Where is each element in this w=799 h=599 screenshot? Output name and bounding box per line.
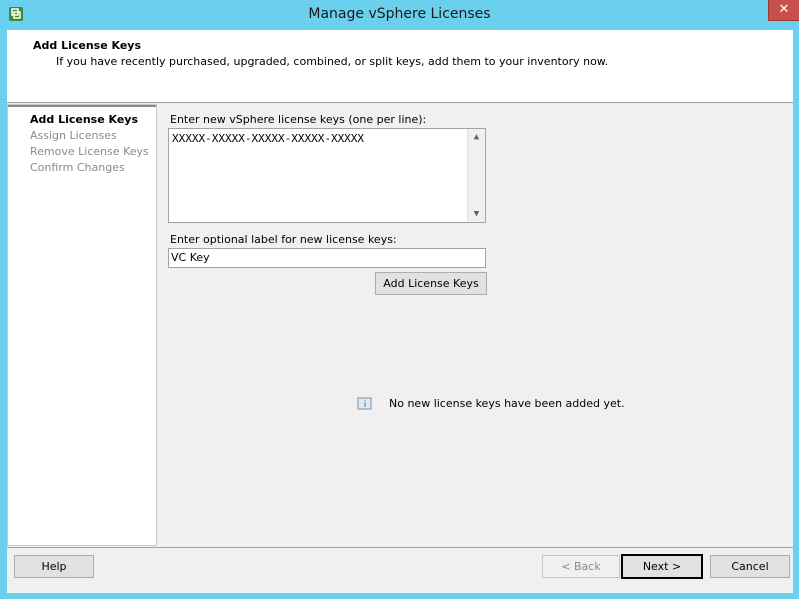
- close-button[interactable]: ✕: [768, 0, 799, 21]
- license-keys-textarea[interactable]: XXXXX-XXXXX-XXXXX-XXXXX-XXXXX ▲ ▼: [168, 128, 486, 223]
- step-remove-license-keys[interactable]: Remove License Keys: [30, 145, 149, 158]
- title-bar[interactable]: Manage vSphere Licenses ✕: [0, 0, 799, 30]
- cancel-button[interactable]: Cancel: [710, 555, 790, 578]
- scroll-up-icon[interactable]: ▲: [468, 129, 485, 145]
- help-button[interactable]: Help: [14, 555, 94, 578]
- scroll-down-icon[interactable]: ▼: [468, 206, 485, 222]
- license-keys-value: XXXXX-XXXXX-XXXXX-XXXXX-XXXXX: [172, 132, 365, 145]
- status-message: No new license keys have been added yet.: [389, 397, 625, 410]
- step-confirm-changes[interactable]: Confirm Changes: [30, 161, 125, 174]
- window-title: Manage vSphere Licenses: [308, 6, 491, 22]
- license-label-input[interactable]: VC Key: [168, 248, 486, 268]
- svg-text:i: i: [364, 400, 367, 410]
- wizard-header: Add License Keys If you have recently pu…: [7, 30, 793, 103]
- footer-divider: [7, 547, 793, 548]
- back-button[interactable]: < Back: [542, 555, 620, 578]
- label-field-label: Enter optional label for new license key…: [170, 233, 397, 246]
- info-icon: i: [357, 397, 372, 410]
- license-label-value: VC Key: [171, 251, 210, 264]
- wizard-steps-panel: Add License Keys Assign Licenses Remove …: [7, 104, 157, 546]
- next-button[interactable]: Next >: [621, 554, 703, 579]
- step-assign-licenses[interactable]: Assign Licenses: [30, 129, 117, 142]
- dialog-client-area: Add License Keys If you have recently pu…: [7, 30, 793, 593]
- page-description: If you have recently purchased, upgraded…: [56, 55, 609, 68]
- add-license-keys-button[interactable]: Add License Keys: [375, 272, 487, 295]
- keys-field-label: Enter new vSphere license keys (one per …: [170, 113, 427, 126]
- step-add-license-keys[interactable]: Add License Keys: [30, 113, 138, 126]
- dialog-window: Manage vSphere Licenses ✕ Add License Ke…: [0, 0, 799, 599]
- active-step-indicator: [8, 105, 156, 107]
- page-title: Add License Keys: [33, 39, 142, 52]
- keys-scrollbar[interactable]: ▲ ▼: [467, 129, 485, 222]
